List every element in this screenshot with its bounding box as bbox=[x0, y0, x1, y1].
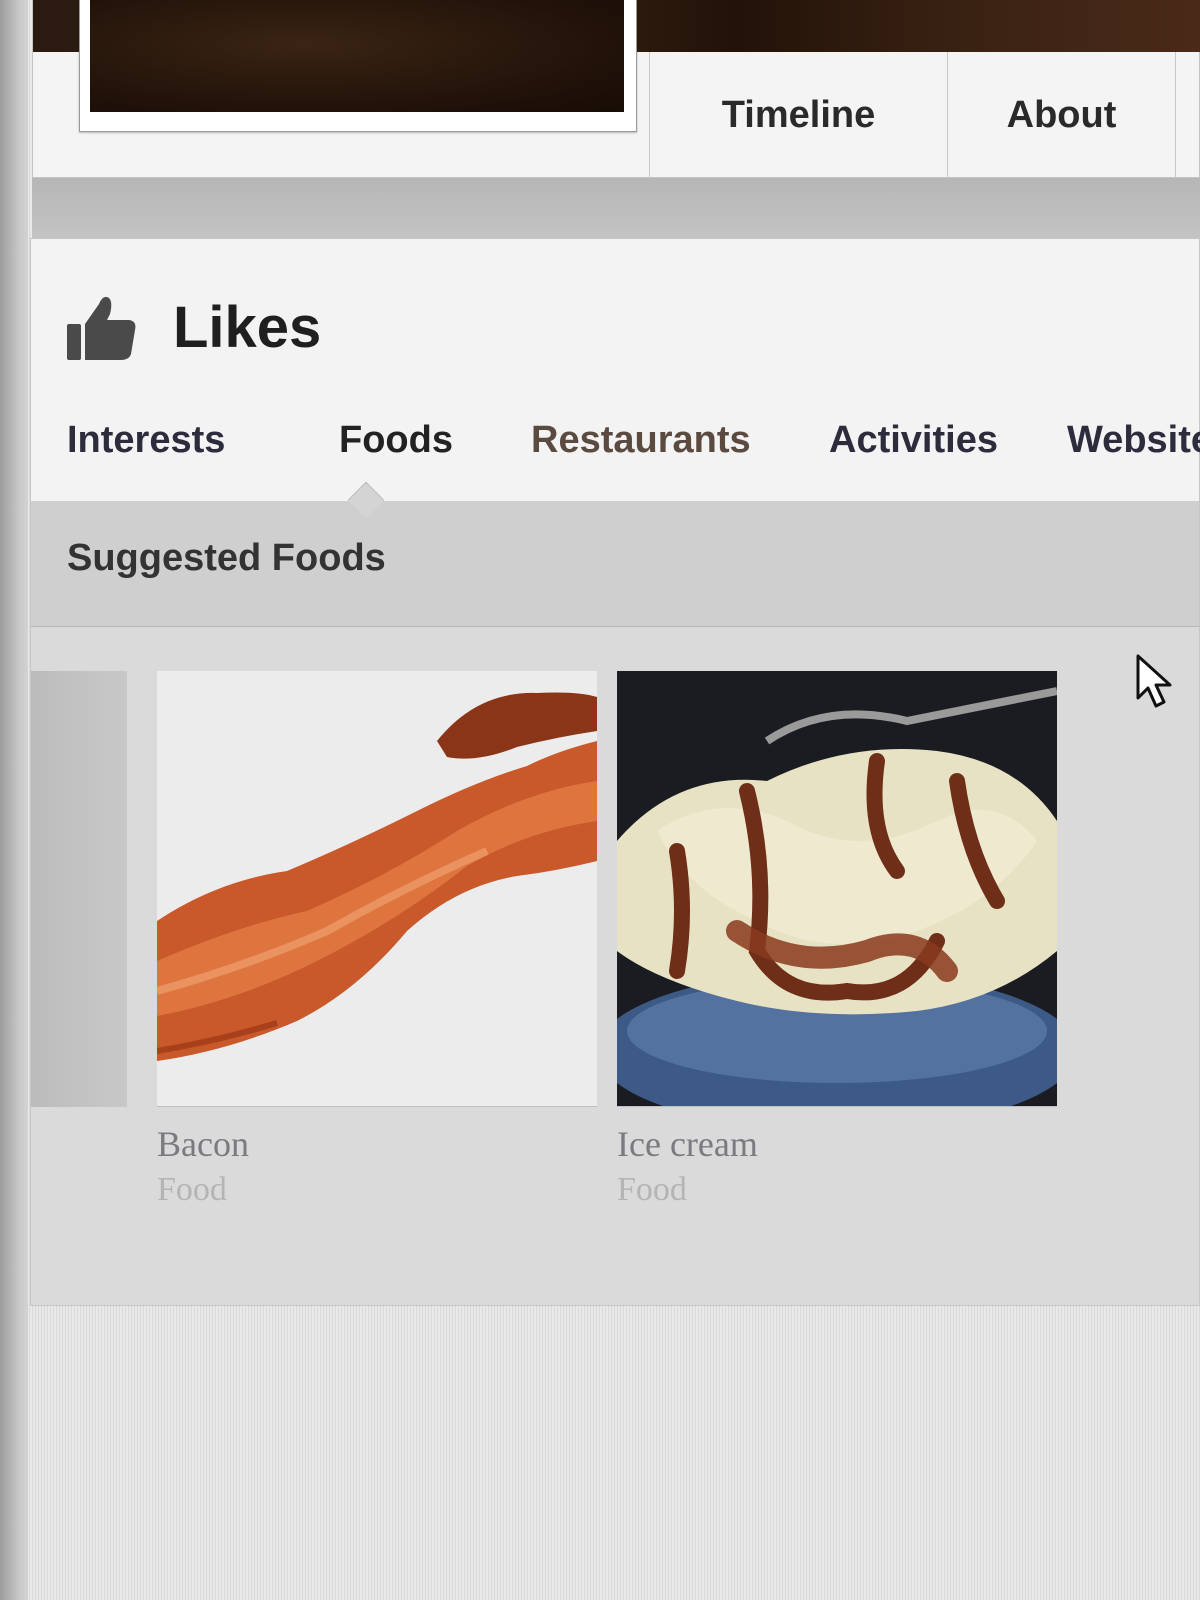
profile-picture-frame[interactable] bbox=[79, 0, 637, 132]
tab-interests[interactable]: Interests bbox=[67, 419, 225, 462]
likes-heading: Likes bbox=[65, 287, 321, 367]
suggestion-type: Food bbox=[617, 1171, 687, 1208]
suggested-foods-title: Suggested Foods bbox=[67, 537, 386, 579]
bacon-illustration bbox=[157, 692, 597, 1061]
suggestion-card[interactable]: Bacon Food bbox=[157, 671, 597, 1209]
tab-websites[interactable]: Website bbox=[1067, 419, 1200, 462]
thumbs-up-icon bbox=[67, 296, 136, 360]
tab-activities[interactable]: Activities bbox=[829, 419, 998, 462]
suggestion-name[interactable]: Ice cream bbox=[617, 1123, 1057, 1165]
likes-panel: Likes Interests Foods Restaurants Activi… bbox=[30, 238, 1200, 1306]
tab-foods[interactable]: Foods bbox=[339, 419, 453, 462]
section-gap bbox=[32, 178, 1200, 240]
bacon-image[interactable] bbox=[157, 671, 597, 1107]
ice-cream-image[interactable] bbox=[617, 671, 1057, 1107]
suggestion-card[interactable]: Ice cream Food bbox=[617, 671, 1057, 1209]
suggestion-name[interactable]: Bacon bbox=[157, 1123, 597, 1165]
suggestions-carousel: Bacon Food Ice cream Food bbox=[31, 627, 1199, 1305]
likes-category-tabs: Interests Foods Restaurants Activities W… bbox=[67, 419, 1200, 475]
suggested-foods-header: Suggested Foods bbox=[31, 501, 1199, 627]
tab-more[interactable] bbox=[1175, 52, 1200, 178]
profile-nav: Timeline About bbox=[649, 52, 1200, 178]
monitor-bezel bbox=[0, 0, 28, 1600]
ice-cream-illustration bbox=[617, 687, 1057, 1106]
profile-header: Timeline About bbox=[32, 0, 1200, 178]
profile-picture[interactable] bbox=[90, 0, 624, 112]
suggested-foods-section: Suggested Foods Bacon Food Ice cream Foo… bbox=[31, 501, 1199, 1305]
tab-restaurants[interactable]: Restaurants bbox=[531, 419, 751, 462]
mouse-pointer-icon bbox=[1136, 654, 1172, 708]
tab-timeline[interactable]: Timeline bbox=[649, 52, 947, 178]
likes-title: Likes bbox=[173, 294, 322, 360]
suggestion-type: Food bbox=[157, 1171, 227, 1208]
tab-about[interactable]: About bbox=[947, 52, 1175, 178]
previous-suggestion-card[interactable] bbox=[31, 671, 127, 1107]
